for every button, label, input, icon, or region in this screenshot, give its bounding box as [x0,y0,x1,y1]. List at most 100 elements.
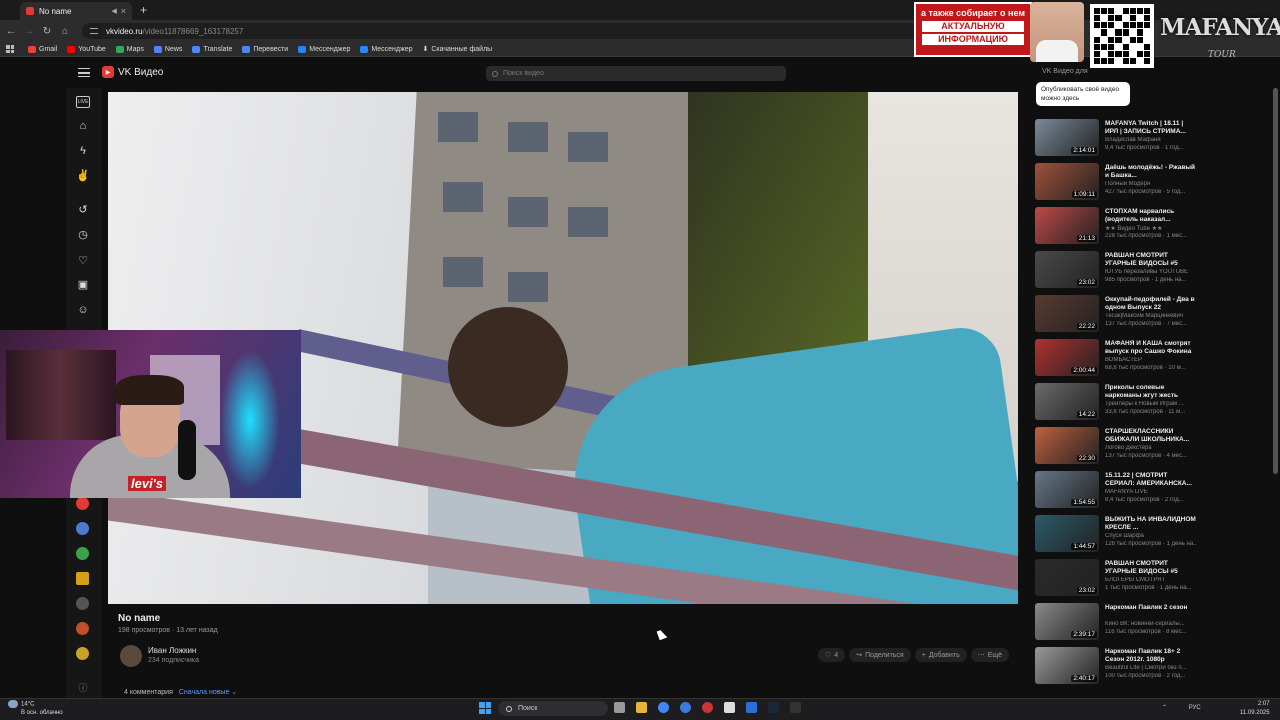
video-thumbnail[interactable]: 2:00:44 [1035,339,1099,376]
bookmark-messenger-2[interactable]: Мессенджер [360,45,412,53]
add-button[interactable]: + Добавить [914,648,967,662]
video-thumbnail[interactable]: 22:30 [1035,427,1099,464]
reload-icon[interactable]: ↻ [40,26,54,37]
windows-start-icon[interactable] [479,702,491,714]
app-icon[interactable] [746,702,757,713]
recommendation-title[interactable]: СТОПХАМ нарвались (водитель наказал... [1105,208,1197,224]
video-thumbnail[interactable]: 1:44:57 [1035,515,1099,552]
channel-icon[interactable] [76,497,89,510]
channel-icon[interactable] [76,522,89,535]
recommendation-title[interactable]: Оккупай-педофилей - Два в одном Выпуск 2… [1105,296,1197,312]
recommendation-item[interactable]: 2:00:44 МАФАНЯ И КАША смотрят выпуск про … [1034,339,1198,377]
channel-name[interactable]: Иван Ложкин [148,646,196,655]
my-videos-icon[interactable]: ▣ [76,279,90,291]
task-view-icon[interactable] [614,702,625,713]
recommendation-title[interactable]: РАВШАН СМОТРИТ УГАРНЫЕ ВИДОСЫ #5 [1105,252,1197,268]
recommendation-title[interactable]: MAFANYA Twitch | 18.11 | ИРЛ | ЗАПИСЬ СТ… [1105,120,1197,136]
chrome-icon[interactable] [658,702,669,713]
video-thumbnail[interactable]: 1:54:55 [1035,471,1099,508]
app-icon[interactable] [702,702,713,713]
recommendation-item[interactable]: 23:02 РАВШАН СМОТРИТ УГАРНЫЕ ВИДОСЫ #5 ЮТУ… [1034,251,1198,289]
recommendation-item[interactable]: 22:30 СТАРШЕКЛАССНИКИ ОБИЖАЛИ ШКОЛЬНИКА..… [1034,427,1198,465]
close-tab-icon[interactable]: × [121,6,126,16]
file-explorer-icon[interactable] [636,702,647,713]
bookmark-gmail[interactable]: Gmail [28,45,57,53]
recommendation-item[interactable]: 21:13 СТОПХАМ нарвались (водитель наказал… [1034,207,1198,245]
channel-icon[interactable] [76,647,89,660]
apps-grid-icon[interactable] [6,45,14,53]
video-thumbnail[interactable]: 23:02 [1035,251,1099,288]
clips-icon[interactable]: ✌ [76,170,90,182]
bookmark-perevesti[interactable]: Перевести [242,45,288,53]
taskbar-search[interactable]: Поиск [498,701,608,716]
bookmark-messenger[interactable]: Мессенджер [298,45,350,53]
channel-icon[interactable] [76,622,89,635]
more-button[interactable]: ⋯ Ещё [970,648,1010,662]
like-button[interactable]: ♡ 4 [818,648,846,662]
recommendation-author[interactable]: Логово Декстера [1105,445,1197,451]
recommendation-author[interactable]: Спуся Шарфа [1105,533,1197,539]
recommendation-item[interactable]: 1:54:55 15.11.22 | СМОТРИТ СЕРИАЛ: АМЕРИК… [1034,471,1198,509]
recommendation-author[interactable]: MAFANYA LIVE [1105,489,1197,495]
bookmark-news[interactable]: News [153,45,182,53]
recommendation-author[interactable]: Владислав Мафаня [1105,137,1197,143]
recommendation-title[interactable]: Приколы солевые наркоманы жгут жесть [1105,384,1197,400]
video-thumbnail[interactable]: 2:39:17 [1035,603,1099,640]
recommendation-item[interactable]: 2:39:17 Наркоман Павлик 2 сезон Кино ВК: н… [1034,603,1198,641]
vk-for-link[interactable]: VK Видео для [1042,68,1088,75]
site-info-icon[interactable] [90,28,98,34]
recommendation-author[interactable]: БЛОГЕРЫ СМОТРЯТ [1105,577,1197,583]
bookmark-maps[interactable]: Maps [115,45,144,53]
video-thumbnail[interactable]: 14:22 [1035,383,1099,420]
video-thumbnail[interactable]: 2:40:17 [1035,647,1099,684]
recommendation-title[interactable]: Даёшь молодёжь! - Ржавый и Башка... [1105,164,1197,180]
home-icon[interactable]: ⌂ [58,26,72,37]
live-icon[interactable]: LIVE [76,96,90,108]
recommendation-author[interactable]: Тесак|Максим Марцинкевич [1105,313,1197,319]
lightning-icon[interactable]: ϟ [76,145,90,157]
recommendation-author[interactable]: Полный Модерн [1105,181,1197,187]
video-thumbnail[interactable]: 2:14:01 [1035,119,1099,156]
comments-sort[interactable]: Сначала новые ⌄ [179,689,237,696]
page-scrollbar[interactable] [1273,88,1278,474]
recommendation-item[interactable]: 1:44:57 ВЫЖИТЬ НА ИНВАЛИДНОМ КРЕСЛЕ ... Сп… [1034,515,1198,553]
back-icon[interactable]: ← [4,26,18,37]
new-tab-button[interactable]: + [140,3,147,17]
steam-icon[interactable] [768,702,779,713]
subscriptions-icon[interactable]: ☺ [76,304,90,316]
favorites-icon[interactable]: ♡ [76,255,90,267]
recommendation-title[interactable]: 15.11.22 | СМОТРИТ СЕРИАЛ: АМЕРИКАНСКА..… [1105,472,1197,488]
recommendation-author[interactable]: Beautiful Life | Смотри без п... [1105,665,1197,671]
recommendation-author[interactable]: Трейлеры к Новым Играм ... [1105,401,1197,407]
recommendation-author[interactable]: ВОМБАСТЕР [1105,357,1197,363]
clock[interactable]: 2:07 11.09.2025 [1240,700,1270,718]
url-field[interactable]: vkvideo.ru/video11878669_163178257 [82,23,962,39]
video-thumbnail[interactable]: 23:02 [1035,559,1099,596]
video-thumbnail[interactable]: 22:22 [1035,295,1099,332]
bookmark-downloads[interactable]: ⬇ Скачанные файлы [422,45,492,54]
menu-icon[interactable] [78,68,90,77]
recommendation-item[interactable]: 2:40:17 Наркоман Павлик 18+ 2 Сезон 2012г… [1034,647,1198,685]
watch-later-icon[interactable]: ◷ [76,229,90,241]
recommendation-author[interactable]: Кино ВК: новинки-сериалы... [1105,621,1197,627]
home-icon[interactable]: ⌂ [76,120,90,132]
bookmark-translate[interactable]: Translate [192,45,232,53]
vk-video-logo[interactable]: ▶ VK Видео [102,66,163,78]
recommendation-item[interactable]: 2:14:01 MAFANYA Twitch | 18.11 | ИРЛ | ЗА… [1034,119,1198,157]
recommendation-item[interactable]: 1:09:11 Даёшь молодёжь! - Ржавый и Башка.… [1034,163,1198,201]
weather-widget[interactable]: 14°C В осн. облачно [8,700,63,717]
recommendation-title[interactable]: СТАРШЕКЛАССНИКИ ОБИЖАЛИ ШКОЛЬНИКА... [1105,428,1197,444]
recommendation-title[interactable]: ВЫЖИТЬ НА ИНВАЛИДНОМ КРЕСЛЕ ... [1105,516,1197,532]
channel-icon[interactable] [76,547,89,560]
channel-icon[interactable] [76,572,89,585]
info-icon[interactable]: ⓘ [76,682,90,694]
recommendation-item[interactable]: 14:22 Приколы солевые наркоманы жгут жест… [1034,383,1198,421]
recommendation-item[interactable]: 23:02 РАВШАН СМОТРИТ УГАРНЫЕ ВИДОСЫ #5 БЛО… [1034,559,1198,597]
recommendation-title[interactable]: РАВШАН СМОТРИТ УГАРНЫЕ ВИДОСЫ #5 [1105,560,1197,576]
bookmark-youtube[interactable]: YouTube [67,45,106,53]
recommendation-title[interactable]: Наркоман Павлик 18+ 2 Сезон 2012г. 1080р [1105,648,1197,664]
recommendation-author[interactable]: ★★ Видео Tube ★★ [1105,225,1197,232]
recommendation-title[interactable]: МАФАНЯ И КАША смотрят выпуск про Сашко Ф… [1105,340,1197,356]
search-input[interactable]: Поиск видео [486,66,786,81]
forward-icon[interactable]: → [22,26,36,37]
